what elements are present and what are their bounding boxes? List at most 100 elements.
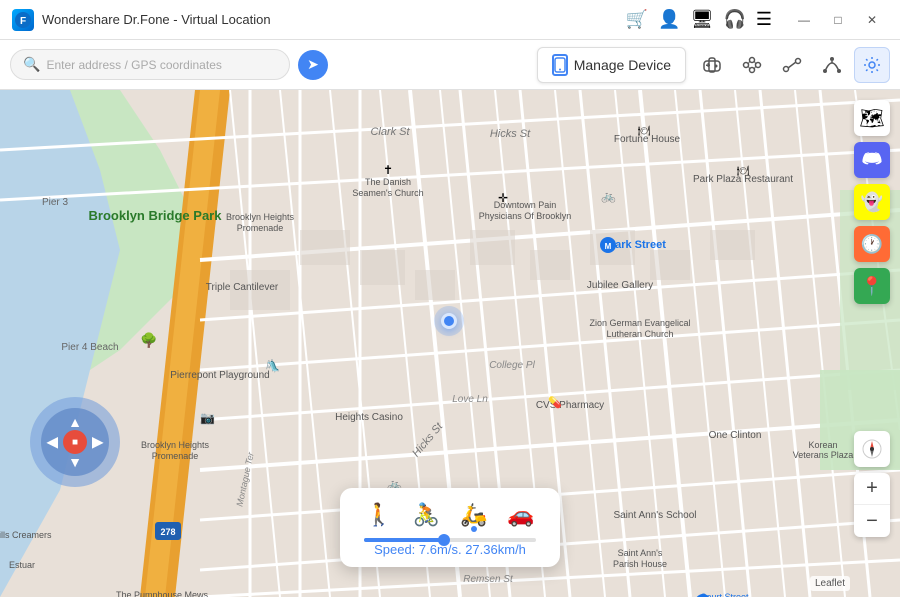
nav-center-button[interactable]: ■ [63, 430, 87, 454]
right-panel-apps: 🗺 👻 🕐 📍 [854, 100, 890, 304]
svg-text:Park Plaza Restaurant: Park Plaza Restaurant [693, 174, 793, 185]
svg-text:🛝: 🛝 [265, 359, 280, 373]
profile-icon[interactable]: 👤 [658, 9, 680, 30]
google-maps-app-button[interactable]: 🗺 [854, 100, 890, 136]
svg-text:🍽: 🍽 [638, 125, 651, 137]
walk-mode-button[interactable]: 🚶 [365, 502, 392, 528]
snapchat-app-button[interactable]: 👻 [854, 184, 890, 220]
speed-unit-kmh: km/h [498, 542, 526, 557]
scooter-mode-button[interactable]: 🛵 [460, 502, 487, 528]
svg-text:Pier 4 Beach: Pier 4 Beach [61, 342, 118, 353]
bike-mode-button[interactable]: 🚴 [413, 502, 440, 528]
svg-text:The Pumphouse Mews: The Pumphouse Mews [116, 590, 209, 597]
joystick-control[interactable]: ▲ ▼ ◀ ▶ ■ [30, 397, 120, 487]
svg-text:Pierrepont Playground: Pierrepont Playground [170, 370, 270, 381]
svg-text:Promenade: Promenade [237, 223, 284, 233]
manage-device-button[interactable]: Manage Device [537, 47, 686, 83]
svg-text:Saint Ann's: Saint Ann's [618, 548, 663, 558]
svg-text:Zion German Evangelical: Zion German Evangelical [589, 318, 690, 328]
app-title: Wondershare Dr.Fone - Virtual Location [42, 12, 626, 27]
svg-text:Lutheran Church: Lutheran Church [606, 329, 673, 339]
maps-green-app-button[interactable]: 📍 [854, 268, 890, 304]
speed-kmh: 27.36 [465, 542, 498, 557]
svg-text:278: 278 [160, 527, 175, 537]
svg-text:📷: 📷 [200, 411, 215, 425]
app-logo: F [12, 9, 34, 31]
zoom-in-button[interactable]: + [854, 473, 890, 505]
multipoint-button[interactable] [734, 47, 770, 83]
speed-panel: 🚶 🚴 🛵 🚗 Speed: 7.6m/s. 27.36km/h [340, 488, 560, 567]
nav-down-button[interactable]: ▼ [68, 454, 82, 470]
speed-slider[interactable] [364, 538, 536, 542]
path-button[interactable] [814, 47, 850, 83]
svg-text:Brooklyn Heights: Brooklyn Heights [141, 440, 210, 450]
nav-right-button[interactable]: ▶ [92, 434, 103, 451]
monitor-icon[interactable]: 🖥 [691, 9, 714, 30]
svg-text:Seamen's Church: Seamen's Church [352, 188, 423, 198]
titlebar: F Wondershare Dr.Fone - Virtual Location… [0, 0, 900, 40]
speed-label: Speed: [374, 542, 415, 557]
svg-text:Jubilee Gallery: Jubilee Gallery [587, 280, 653, 291]
svg-text:One Clinton: One Clinton [709, 430, 762, 441]
search-box: 🔍 [10, 49, 290, 80]
map-container[interactable]: 278 Clark St Hicks St Hicks St Love Ln C… [0, 90, 900, 597]
car-mode-button[interactable]: 🚗 [507, 502, 534, 528]
svg-text:Clark St: Clark St [370, 126, 410, 138]
active-mode-indicator [471, 526, 477, 532]
nav-up-button[interactable]: ▲ [68, 414, 82, 430]
gamepad-button[interactable] [694, 47, 730, 83]
svg-text:✝: ✝ [383, 163, 393, 177]
minimize-button[interactable]: — [788, 6, 820, 34]
svg-text:Hills Creamers: Hills Creamers [0, 530, 52, 540]
svg-text:Brooklyn Heights: Brooklyn Heights [226, 212, 295, 222]
svg-text:Brooklyn Bridge Park: Brooklyn Bridge Park [89, 208, 223, 223]
svg-text:Remsen St: Remsen St [463, 574, 514, 585]
svg-text:🚲: 🚲 [601, 189, 616, 203]
svg-text:Veterans Plaza: Veterans Plaza [793, 450, 854, 460]
svg-text:F: F [20, 16, 26, 27]
discord-app-button[interactable] [854, 142, 890, 178]
search-input[interactable] [46, 58, 266, 72]
svg-text:Promenade: Promenade [152, 451, 199, 461]
svg-text:Saint Ann's School: Saint Ann's School [613, 510, 696, 521]
map-controls-bottom: + − [854, 431, 890, 537]
route-button[interactable] [774, 47, 810, 83]
transport-mode-selector: 🚶 🚴 🛵 🚗 [364, 502, 536, 528]
speed-handle[interactable] [438, 534, 450, 546]
cart-icon[interactable]: 🛒 [626, 9, 648, 30]
svg-text:🌳: 🌳 [140, 331, 157, 349]
location-marker [441, 313, 457, 329]
clock-app-button[interactable]: 🕐 [854, 226, 890, 262]
svg-text:Pier 3: Pier 3 [42, 197, 69, 208]
svg-text:✛: ✛ [498, 191, 508, 205]
compass-button[interactable] [854, 431, 890, 467]
svg-text:Heights Casino: Heights Casino [335, 412, 403, 423]
close-button[interactable]: ✕ [856, 6, 888, 34]
nav-left-button[interactable]: ◀ [47, 434, 58, 451]
menu-icon[interactable]: ☰ [756, 9, 772, 30]
speed-display: Speed: 7.6m/s. 27.36km/h [364, 542, 536, 557]
svg-text:CVS Pharmacy: CVS Pharmacy [536, 400, 604, 411]
svg-text:College Pl: College Pl [489, 360, 535, 371]
search-icon: 🔍 [23, 56, 40, 73]
svg-text:💊: 💊 [548, 395, 562, 409]
speed-ms: 7.6 [419, 542, 437, 557]
zoom-out-button[interactable]: − [854, 505, 890, 537]
svg-text:Estuar: Estuar [9, 560, 35, 570]
window-controls: — □ ✕ [788, 6, 888, 34]
svg-text:The Danish: The Danish [365, 177, 411, 187]
svg-text:M: M [605, 242, 612, 251]
headphones-icon[interactable]: 🎧 [723, 9, 745, 30]
svg-text:Triple Cantilever: Triple Cantilever [206, 282, 279, 293]
leaflet-attribution: Leaflet [810, 576, 850, 591]
svg-text:Hicks St: Hicks St [490, 128, 531, 140]
manage-device-label: Manage Device [574, 57, 671, 73]
speed-value: 7.6m/s. 27.36km/h [419, 542, 526, 557]
svg-text:Korean: Korean [808, 440, 837, 450]
settings-button[interactable] [854, 47, 890, 83]
navigate-button[interactable]: ➤ [298, 50, 328, 80]
svg-text:Parish House: Parish House [613, 559, 667, 569]
maximize-button[interactable]: □ [822, 6, 854, 34]
phone-icon [552, 54, 568, 76]
svg-text:Love Ln: Love Ln [452, 394, 488, 405]
